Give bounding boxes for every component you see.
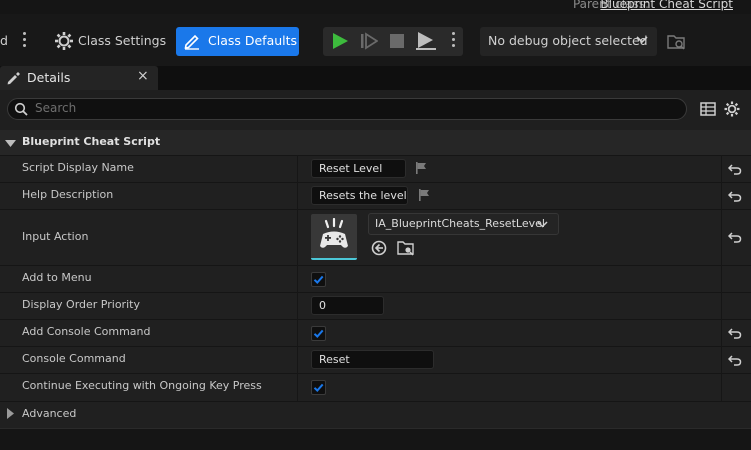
advanced-label: Advanced xyxy=(22,407,77,420)
debug-object-value: No debug object selected xyxy=(488,33,648,48)
reset-to-default-icon[interactable] xyxy=(727,163,742,175)
name-value-divider xyxy=(297,155,298,401)
add-console-command-checkbox[interactable] xyxy=(311,326,326,341)
gamepad-icon xyxy=(316,217,352,254)
row-label: Continue Executing with Ongoing Key Pres… xyxy=(22,379,262,392)
collapse-arrow-icon xyxy=(5,138,16,147)
gear-icon[interactable] xyxy=(54,31,74,51)
play-icon[interactable] xyxy=(331,32,349,50)
row-label: Input Action xyxy=(22,230,89,243)
toolbar-partial-label[interactable]: d xyxy=(0,33,8,48)
search-icon xyxy=(14,102,28,116)
details-tab-icon xyxy=(6,70,22,86)
chevron-down-icon xyxy=(636,35,648,45)
row-label: Script Display Name xyxy=(22,161,134,174)
edit-pencil-icon xyxy=(183,32,201,50)
reset-to-default-icon[interactable] xyxy=(727,354,742,366)
table-view-icon[interactable] xyxy=(700,102,716,116)
expand-arrow-icon xyxy=(7,408,14,419)
row-add-to-menu xyxy=(0,265,751,292)
script-display-name-input[interactable]: Reset Level xyxy=(311,159,406,178)
reset-to-default-icon[interactable] xyxy=(727,327,742,339)
browse-asset-icon[interactable] xyxy=(397,240,414,256)
input-action-value: IA_BlueprintCheats_ResetLevel xyxy=(375,217,545,230)
localize-flag-icon[interactable] xyxy=(418,189,430,201)
help-description-input[interactable]: Resets the level xyxy=(311,186,408,205)
tab-close-button[interactable]: × xyxy=(137,68,149,84)
console-command-input[interactable]: Reset xyxy=(311,350,434,369)
row-advanced[interactable] xyxy=(0,401,751,428)
search-input[interactable] xyxy=(7,98,687,120)
chevron-down-icon xyxy=(537,219,548,228)
browse-debug-icon[interactable] xyxy=(667,33,685,51)
class-settings-button[interactable]: Class Settings xyxy=(78,33,166,48)
use-selected-icon[interactable] xyxy=(371,240,387,256)
toolbar-options-icon[interactable] xyxy=(22,32,26,47)
class-defaults-label: Class Defaults xyxy=(208,33,298,48)
settings-gear-icon[interactable] xyxy=(724,101,740,117)
tab-details[interactable] xyxy=(0,66,158,90)
display-order-priority-input[interactable]: 0 xyxy=(311,296,384,315)
row-label: Display Order Priority xyxy=(22,298,140,311)
row-label: Console Command xyxy=(22,352,126,365)
play-options-icon[interactable] xyxy=(451,32,455,47)
add-to-menu-checkbox[interactable] xyxy=(311,272,326,287)
stop-icon[interactable] xyxy=(389,33,405,49)
search-placeholder: Search xyxy=(35,101,77,115)
reset-to-default-icon[interactable] xyxy=(727,231,742,243)
bottom-area xyxy=(0,428,751,450)
section-title: Blueprint Cheat Script xyxy=(22,135,161,148)
row-label: Help Description xyxy=(22,188,114,201)
parent-class-link[interactable]: Blueprint Cheat Script xyxy=(600,0,733,11)
localize-flag-icon[interactable] xyxy=(415,162,427,174)
tab-details-label: Details xyxy=(27,70,71,85)
row-label: Add to Menu xyxy=(22,271,92,284)
step-icon[interactable] xyxy=(360,32,379,50)
eject-icon[interactable] xyxy=(415,31,437,51)
reset-column-divider xyxy=(721,155,722,401)
continue-executing-checkbox[interactable] xyxy=(311,380,326,395)
row-label: Add Console Command xyxy=(22,325,151,338)
reset-to-default-icon[interactable] xyxy=(727,190,742,202)
